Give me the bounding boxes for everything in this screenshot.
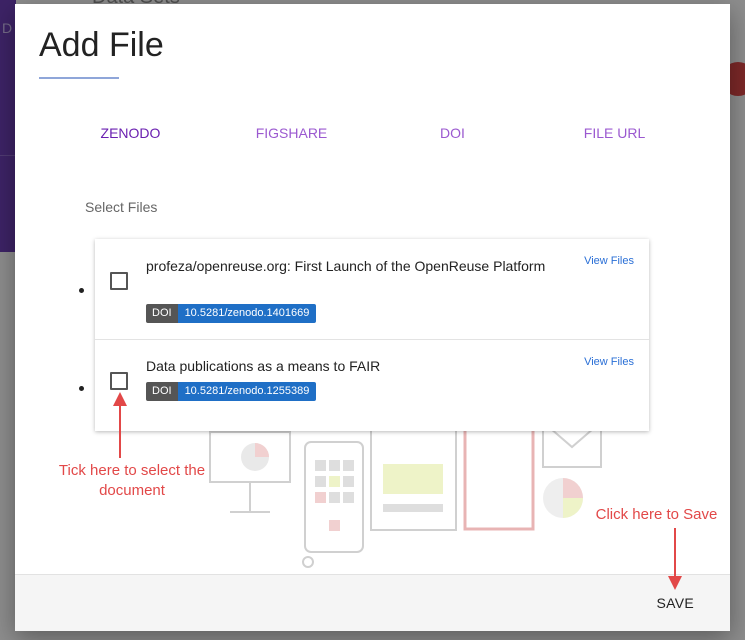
tick-arrow-head	[113, 392, 127, 406]
annotation-arrows	[113, 392, 682, 590]
save-hint-annotation: Click here to Save	[595, 506, 718, 523]
save-arrow-head	[668, 576, 682, 590]
tick-hint-annotation: Tick here to select the document	[58, 462, 206, 499]
